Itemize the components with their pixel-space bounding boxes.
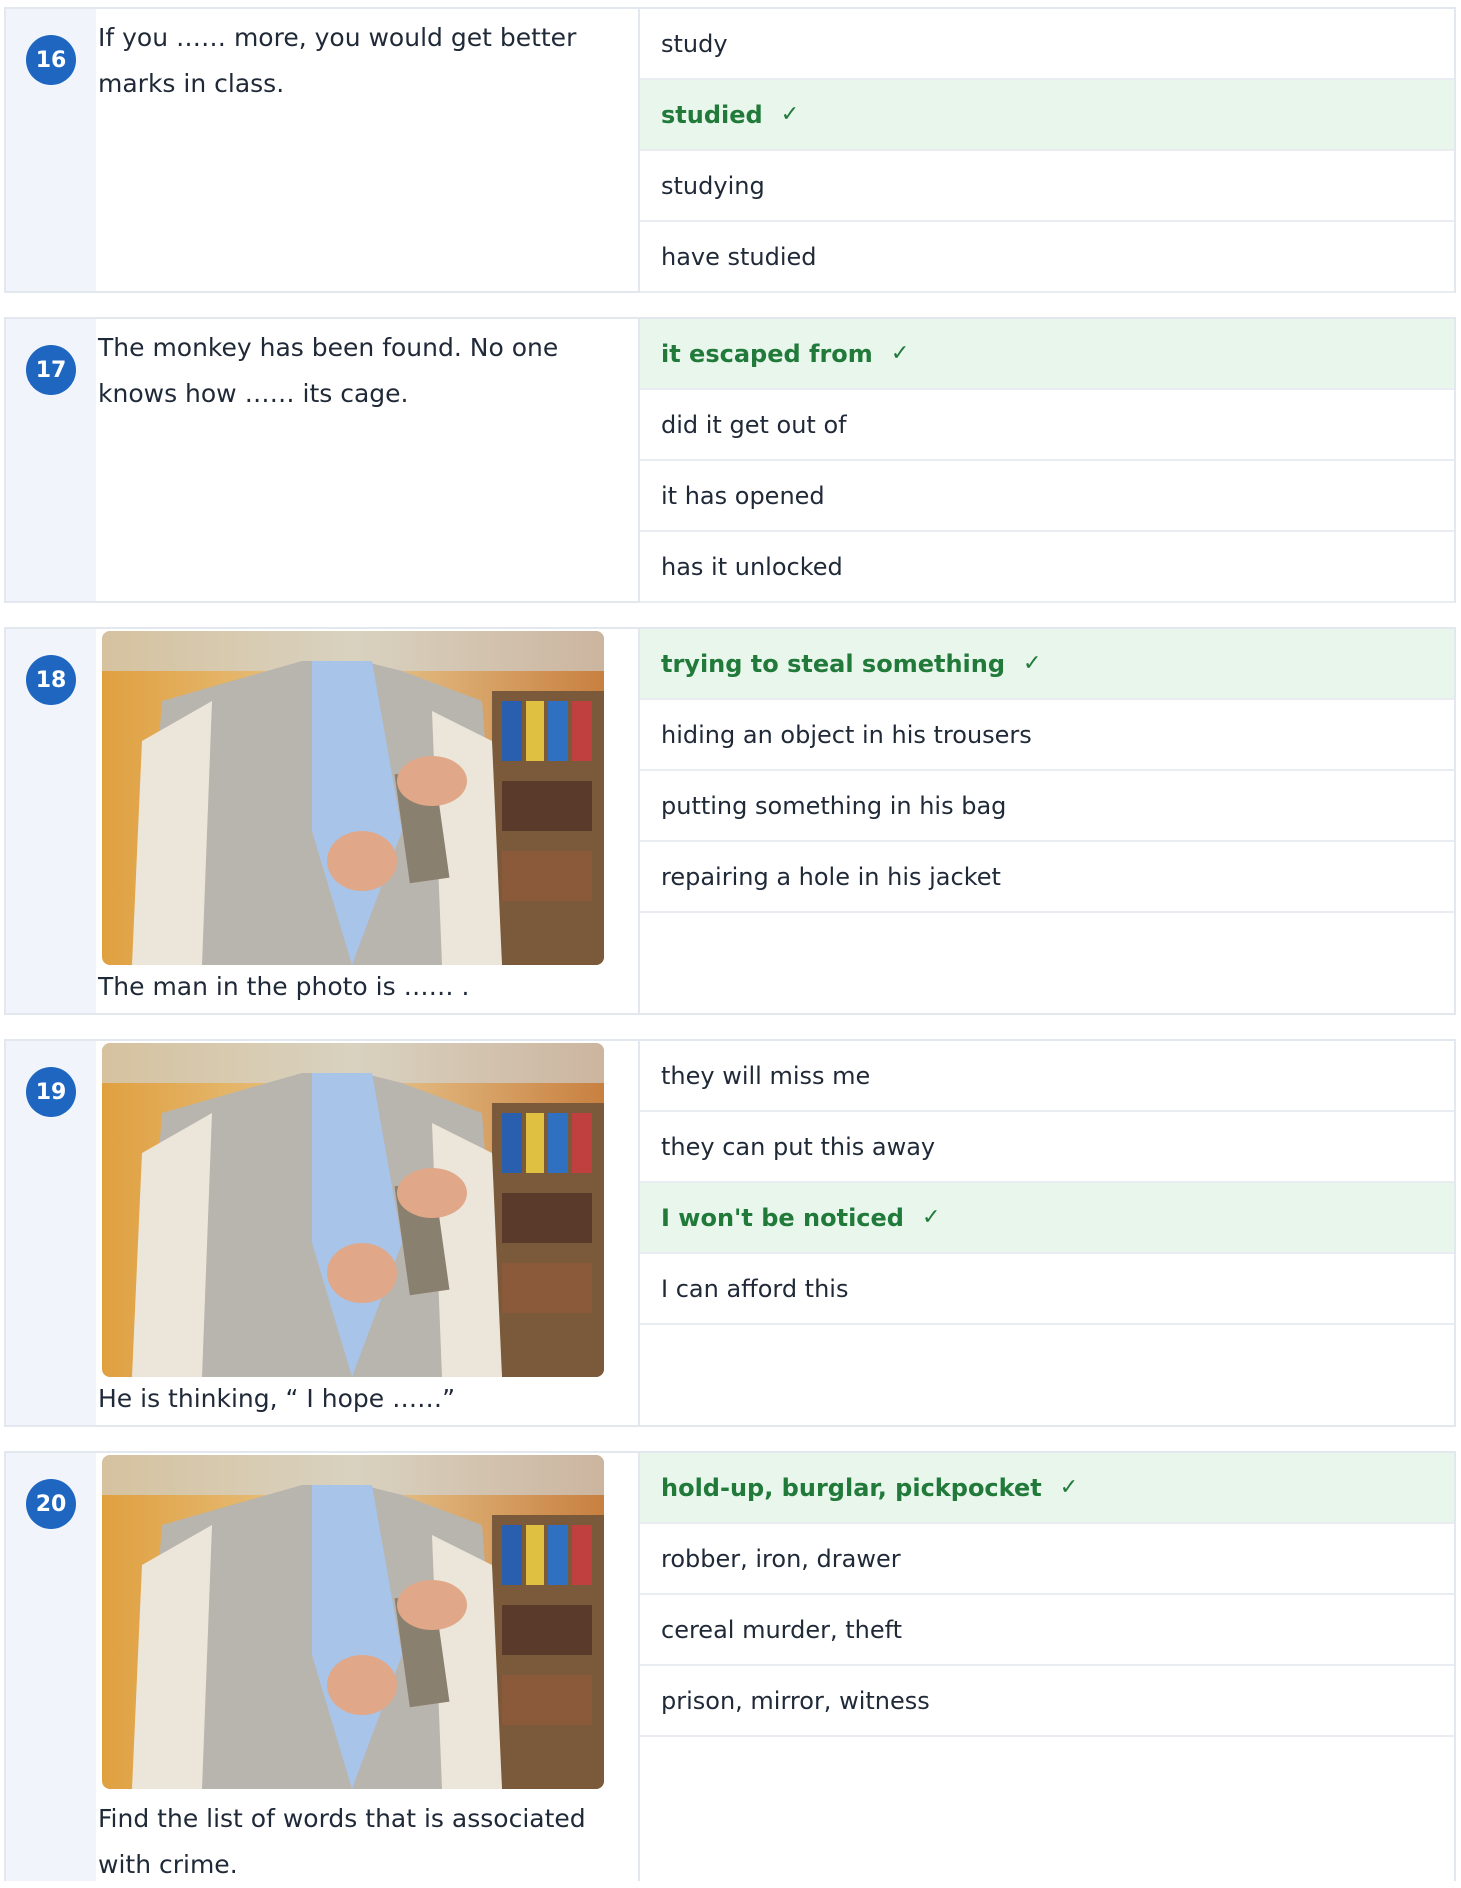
option-label: they can put this away <box>661 1132 936 1161</box>
option-label: study <box>661 29 728 58</box>
answer-option[interactable]: repairing a hole in his jacket <box>640 842 1454 913</box>
question-text: Find the list of words that is associate… <box>98 1804 586 1879</box>
photo-illustration <box>102 1043 604 1377</box>
question-number-badge: 20 <box>26 1479 76 1529</box>
shoplifter-photo <box>102 631 604 965</box>
answer-option[interactable]: have studied <box>640 222 1454 293</box>
answer-option-correct[interactable]: studied ✓ <box>640 80 1454 151</box>
answer-option[interactable]: prison, mirror, witness <box>640 1666 1454 1737</box>
question-card-16: 16 If you …… more, you would get better … <box>4 7 1456 293</box>
question-number-badge: 18 <box>26 655 76 705</box>
check-icon: ✓ <box>890 341 910 366</box>
answer-option[interactable]: has it unlocked <box>640 532 1454 603</box>
option-label: studied <box>661 100 763 129</box>
answer-option[interactable]: it has opened <box>640 461 1454 532</box>
option-label: repairing a hole in his jacket <box>661 862 1001 891</box>
question-card-17: 17 The monkey has been found. No one kno… <box>4 317 1456 603</box>
answer-option[interactable]: they will miss me <box>640 1041 1454 1112</box>
option-label: they will miss me <box>661 1061 871 1090</box>
answer-options: it escaped from ✓ did it get out of it ha… <box>640 319 1454 603</box>
check-icon: ✓ <box>921 1205 941 1230</box>
option-label: I can afford this <box>661 1274 849 1303</box>
answer-options: trying to steal something ✓ hiding an obj… <box>640 629 1454 913</box>
answer-option-correct[interactable]: hold-up, burglar, pickpocket ✓ <box>640 1453 1454 1524</box>
option-label: studying <box>661 171 765 200</box>
option-label: has it unlocked <box>661 552 843 581</box>
answer-option[interactable]: robber, iron, drawer <box>640 1524 1454 1595</box>
check-icon: ✓ <box>1023 651 1042 676</box>
answer-options: study studied ✓ studying have studied <box>640 9 1454 293</box>
answer-options: hold-up, burglar, pickpocket ✓ robber, ir… <box>640 1453 1454 1737</box>
answer-option[interactable]: they can put this away <box>640 1112 1454 1183</box>
answer-option-correct[interactable]: it escaped from ✓ <box>640 319 1454 390</box>
option-label: I won't be noticed <box>661 1203 904 1232</box>
question-number-badge: 19 <box>26 1067 76 1117</box>
option-label: cereal murder, theft <box>661 1615 903 1644</box>
answer-option[interactable]: cereal murder, theft <box>640 1595 1454 1666</box>
answer-options: they will miss me they can put this away… <box>640 1041 1454 1325</box>
option-label: did it get out of <box>661 410 847 439</box>
option-label: it escaped from <box>661 339 873 368</box>
answer-option[interactable]: did it get out of <box>640 390 1454 461</box>
photo-illustration <box>102 1455 604 1789</box>
quiz-page: 16 If you …… more, you would get better … <box>0 0 1461 1881</box>
question-text: The man in the photo is …… . <box>98 972 470 1001</box>
photo-illustration <box>102 631 604 965</box>
answer-option[interactable]: putting something in his bag <box>640 771 1454 842</box>
question-text: The monkey has been found. No one knows … <box>98 333 559 408</box>
question-text: If you …… more, you would get better mar… <box>98 23 577 98</box>
answer-option[interactable]: studying <box>640 151 1454 222</box>
option-label: prison, mirror, witness <box>661 1686 930 1715</box>
answer-option[interactable]: study <box>640 9 1454 80</box>
option-label: trying to steal something <box>661 649 1006 678</box>
question-card-18: 18 The man in the photo is …… . trying t… <box>4 627 1456 1015</box>
option-label: have studied <box>661 242 817 271</box>
check-icon: ✓ <box>780 102 800 127</box>
shoplifter-photo <box>102 1455 604 1789</box>
answer-option[interactable]: hiding an object in his trousers <box>640 700 1454 771</box>
question-number-badge: 17 <box>26 345 76 395</box>
option-label: putting something in his bag <box>661 791 1007 820</box>
shoplifter-photo <box>102 1043 604 1377</box>
answer-option[interactable]: I can afford this <box>640 1254 1454 1325</box>
answer-option-correct[interactable]: I won't be noticed ✓ <box>640 1183 1454 1254</box>
question-card-20: 20 Find the list of words that is associ… <box>4 1451 1456 1881</box>
question-card-19: 19 He is thinking, “ I hope ……” they wil… <box>4 1039 1456 1427</box>
question-text: He is thinking, “ I hope ……” <box>98 1384 456 1413</box>
question-number-badge: 16 <box>26 35 76 85</box>
option-label: it has opened <box>661 481 825 510</box>
answer-option-correct[interactable]: trying to steal something ✓ <box>640 629 1454 700</box>
option-label: robber, iron, drawer <box>661 1544 901 1573</box>
option-label: hiding an object in his trousers <box>661 720 1032 749</box>
check-icon: ✓ <box>1059 1475 1079 1500</box>
option-label: hold-up, burglar, pickpocket <box>661 1473 1042 1502</box>
